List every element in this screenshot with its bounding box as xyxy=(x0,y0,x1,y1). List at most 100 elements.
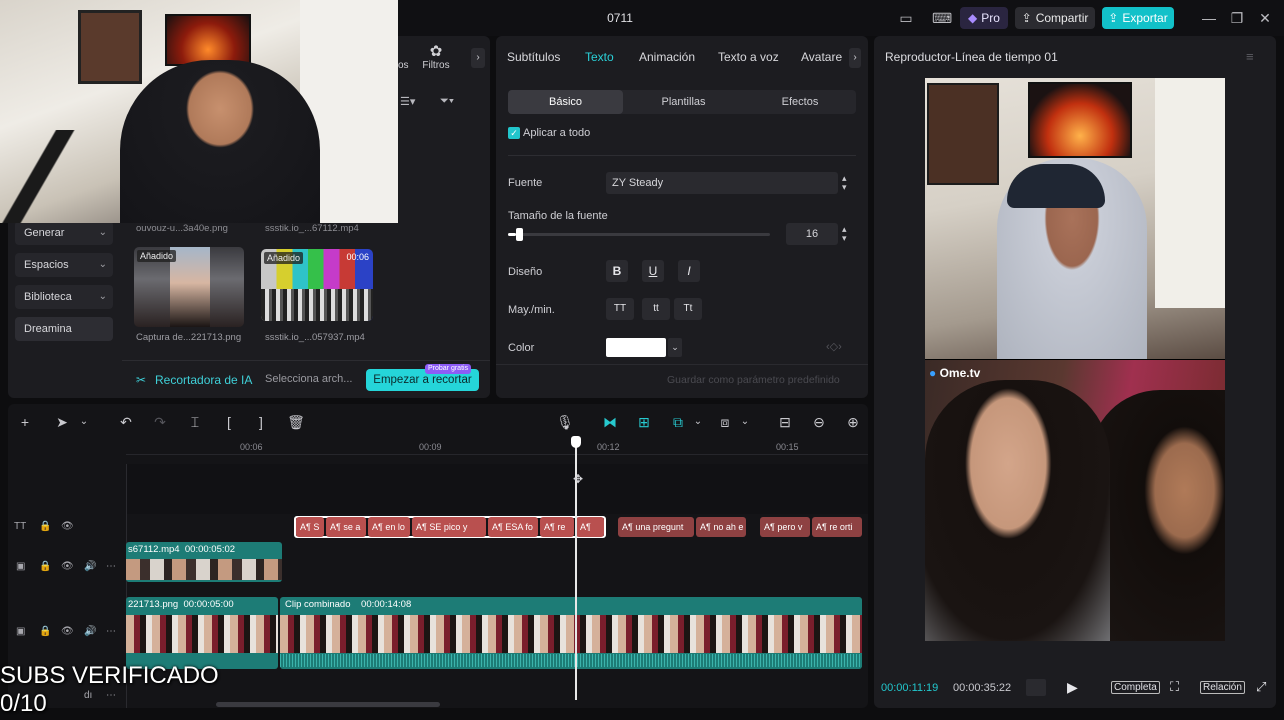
screenshot-icon[interactable]: ⛶ xyxy=(1170,679,1179,695)
text-clip-label: pero v xyxy=(777,522,803,532)
wall-poster xyxy=(78,10,142,84)
fit-timeline-icon[interactable]: ⊟ xyxy=(775,413,795,431)
split-icon[interactable]: ⌶ xyxy=(185,413,205,431)
audio-icon[interactable]: 🔊 xyxy=(84,561,96,572)
keyframe-icon[interactable]: ‹◇› xyxy=(826,340,842,353)
redo-icon[interactable]: ↷ xyxy=(150,413,170,431)
fullscreen-icon[interactable]: ⤢ xyxy=(1256,679,1266,695)
text-clip[interactable]: A¶ pero v xyxy=(760,517,810,537)
undo-icon[interactable]: ↶ xyxy=(116,413,136,431)
text-clip[interactable]: A¶ S xyxy=(296,517,324,537)
apply-all-checkbox[interactable]: ✓ xyxy=(508,127,520,139)
minimize-icon[interactable]: — xyxy=(1200,9,1218,27)
font-size-stepper-icon[interactable]: ▴ ▾ xyxy=(842,225,847,243)
add-track-icon[interactable]: + xyxy=(15,413,35,431)
audio-icon[interactable]: 🔊 xyxy=(84,626,96,637)
compound-clip[interactable]: Clip combinado 00:00:14:08 xyxy=(280,597,862,669)
full-quality-button[interactable]: Completa xyxy=(1111,681,1160,694)
tabs-scroll-right[interactable]: › xyxy=(849,48,861,68)
uppercase-button[interactable]: TT xyxy=(606,298,634,320)
video-preview[interactable]: ● Ome.tv xyxy=(925,78,1225,641)
text-clip[interactable]: A¶ ESA fo xyxy=(488,517,538,537)
lock-icon[interactable]: 🔒 xyxy=(39,561,51,572)
eye-icon[interactable]: 👁 xyxy=(61,521,74,532)
text-clip[interactable]: A¶ SE pico y xyxy=(412,517,486,537)
select-file-link[interactable]: Selecciona arch... xyxy=(265,373,352,385)
video-clip[interactable]: s67112.mp4 00:00:05:02 xyxy=(126,542,282,582)
close-icon[interactable]: ✕ xyxy=(1256,9,1274,27)
font-size-slider[interactable] xyxy=(508,228,770,241)
select-tool-icon[interactable]: ➤ xyxy=(52,413,72,431)
preview-axis-icon[interactable]: ⧈ xyxy=(715,413,735,431)
split-left-icon[interactable]: [ xyxy=(219,413,239,431)
share-button[interactable]: ⇪ Compartir xyxy=(1015,7,1095,29)
italic-button[interactable]: I xyxy=(678,260,700,282)
text-clip[interactable]: A¶ en lo xyxy=(368,517,410,537)
lock-icon[interactable]: 🔒 xyxy=(39,626,51,637)
font-size-slider-handle[interactable] xyxy=(515,228,523,241)
more-icon[interactable]: ⋯ xyxy=(106,561,116,572)
eye-icon[interactable]: 👁 xyxy=(61,626,74,637)
menu-icon[interactable]: ≡ xyxy=(1246,49,1254,64)
media-thumb-1[interactable]: Añadido xyxy=(134,247,244,327)
more-icon[interactable]: ⋯ xyxy=(106,626,116,637)
microphone-icon[interactable]: 🎙 xyxy=(555,413,575,431)
font-size-input[interactable]: 16 xyxy=(786,223,838,245)
color-swatch[interactable] xyxy=(606,338,666,357)
tab-subtitles[interactable]: Subtítulos xyxy=(507,50,560,64)
text-clip[interactable]: A¶ no ah e xyxy=(696,517,746,537)
color-dropdown-icon[interactable]: ⌄ xyxy=(668,338,682,357)
chevron-down-icon[interactable]: ⌄ xyxy=(735,413,755,431)
video-clip[interactable]: 221713.png 00:00:05:00 xyxy=(126,597,278,669)
text-clip[interactable]: A¶ una pregunt xyxy=(618,517,694,537)
sidebar-item-generar[interactable]: Generar ⌄ xyxy=(15,221,113,245)
subtab-basic[interactable]: Básico xyxy=(508,90,623,114)
lock-icon[interactable]: 🔒 xyxy=(39,521,51,532)
playhead-handle[interactable] xyxy=(571,436,581,448)
text-clip[interactable]: A¶ re orti xyxy=(812,517,862,537)
media-thumb-2[interactable]: Añadido 00:06 xyxy=(261,249,373,321)
play-icon[interactable]: ▶ xyxy=(1067,679,1078,696)
bold-button[interactable]: B xyxy=(606,260,628,282)
eye-icon[interactable]: 👁 xyxy=(61,561,74,572)
zoom-out-icon[interactable]: ⊖ xyxy=(809,413,829,431)
link-icon[interactable]: ⧉ xyxy=(668,413,688,431)
titlecase-button[interactable]: Tt xyxy=(674,298,702,320)
subtab-effects[interactable]: Efectos xyxy=(744,90,856,114)
tab-animation[interactable]: Animación xyxy=(639,50,695,64)
sidebar-item-biblioteca[interactable]: Biblioteca ⌄ xyxy=(15,285,113,309)
timecode-toggle[interactable] xyxy=(1026,679,1046,696)
save-default-button[interactable]: Guardar como parámetro predefinido xyxy=(667,374,840,386)
font-stepper-icon[interactable]: ▴ ▾ xyxy=(842,174,847,192)
chevron-down-icon[interactable]: ⌄ xyxy=(688,413,708,431)
tabs-scroll-right[interactable]: › xyxy=(471,48,485,68)
chevron-down-icon[interactable]: ⌄ xyxy=(74,413,94,431)
maximize-icon[interactable]: ❐ xyxy=(1228,9,1246,27)
filters-tab[interactable]: ✿ Filtros xyxy=(418,42,454,71)
delete-icon[interactable]: 🗑 xyxy=(286,413,306,431)
text-clip[interactable]: A¶ se a xyxy=(326,517,366,537)
sidebar-item-dreamina[interactable]: Dreamina xyxy=(15,317,113,341)
aspect-ratio-button[interactable]: Relación xyxy=(1200,681,1245,694)
export-button[interactable]: ⇪ Exportar xyxy=(1102,7,1174,29)
layout-icon[interactable]: ▭ xyxy=(897,9,915,27)
lowercase-button[interactable]: tt xyxy=(642,298,670,320)
tab-text[interactable]: Texto xyxy=(585,50,614,64)
auto-snap-icon[interactable]: ⊞ xyxy=(634,413,654,431)
text-clip[interactable]: A¶ xyxy=(576,517,604,537)
zoom-in-icon[interactable]: ⊕ xyxy=(843,413,863,431)
font-select[interactable]: ZY Steady xyxy=(606,172,838,194)
underline-button[interactable]: U xyxy=(642,260,664,282)
sort-icon[interactable]: ☰▾ xyxy=(400,95,415,108)
pro-button[interactable]: ◆ Pro xyxy=(960,7,1008,29)
split-right-icon[interactable]: ] xyxy=(251,413,271,431)
sidebar-item-espacios[interactable]: Espacios ⌄ xyxy=(15,253,113,277)
text-clip[interactable]: A¶ re xyxy=(540,517,574,537)
filter-funnel-icon[interactable]: ⏷▾ xyxy=(440,95,454,108)
keyboard-icon[interactable]: ⌨ xyxy=(932,9,952,27)
tab-avatars[interactable]: Avatare xyxy=(801,50,842,64)
magnet-icon[interactable]: ⧓ xyxy=(600,413,620,431)
try-free-badge: Probar gratis xyxy=(425,364,472,374)
tab-text-to-speech[interactable]: Texto a voz xyxy=(718,50,779,64)
subtab-templates[interactable]: Plantillas xyxy=(626,90,741,114)
